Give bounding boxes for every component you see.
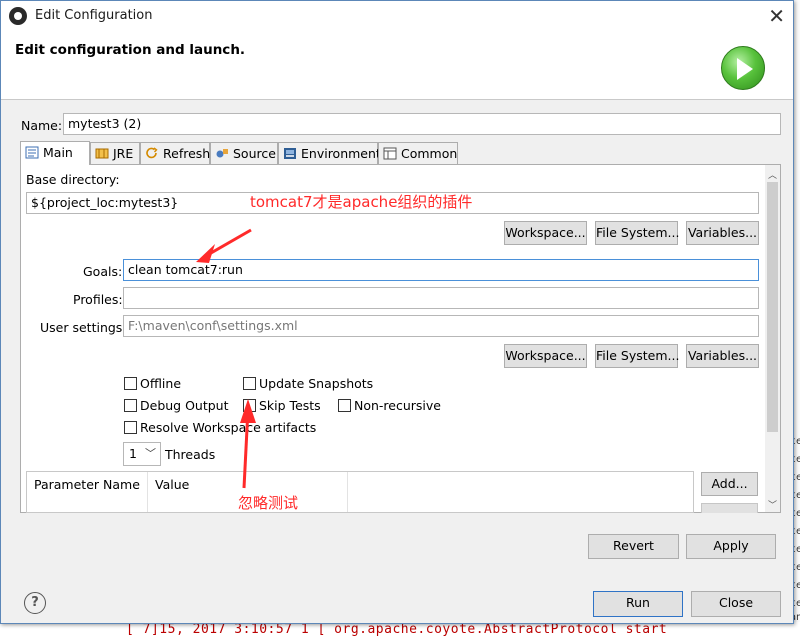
tab-label: Common xyxy=(401,146,458,161)
skip-tests-checkbox[interactable] xyxy=(243,399,256,412)
tab-label: Source xyxy=(233,146,276,161)
dialog-heading: Edit configuration and launch. xyxy=(15,42,246,58)
add-parameter-button[interactable]: Add... xyxy=(701,472,758,496)
tab-label: Main xyxy=(43,145,73,160)
variables-button[interactable]: Variables... xyxy=(686,221,759,245)
parameters-table[interactable]: Parameter Name Value xyxy=(26,471,694,513)
console-output: [ 7]15, 2017 3:10:57 1 [ org.apache.coyo… xyxy=(0,622,800,640)
base-directory-label: Base directory: xyxy=(26,172,120,187)
threads-value: 1 xyxy=(129,446,137,461)
user-settings-input[interactable]: F:\maven\conf\settings.xml xyxy=(123,315,759,337)
tab-source[interactable]: Source xyxy=(210,142,278,164)
skip-tests-label: Skip Tests xyxy=(259,398,321,413)
refresh-icon xyxy=(146,147,158,159)
title-bar: Edit Configuration ✕ xyxy=(1,1,793,32)
debug-output-checkbox[interactable] xyxy=(124,399,137,412)
apply-button[interactable]: Apply xyxy=(686,534,776,559)
environment-icon xyxy=(284,148,296,159)
close-button[interactable]: Close xyxy=(691,591,781,617)
scroll-up-icon[interactable]: ︿ xyxy=(768,168,777,181)
tab-label: JRE xyxy=(113,146,134,161)
revert-button[interactable]: Revert xyxy=(588,534,679,559)
workspace-button-2[interactable]: Workspace... xyxy=(504,344,587,368)
goal-annotation: tomcat7才是apache组织的插件 xyxy=(250,193,473,211)
panel-scrollbar[interactable]: ︿ ﹀ xyxy=(765,165,780,512)
resolve-workspace-checkbox[interactable] xyxy=(124,421,137,434)
file-system-button[interactable]: File System... xyxy=(595,221,679,245)
goals-input[interactable]: clean tomcat7:run xyxy=(123,259,759,281)
main-tab-icon xyxy=(25,146,39,159)
update-snapshots-checkbox[interactable] xyxy=(243,377,256,390)
profiles-label: Profiles: xyxy=(73,292,123,307)
edit-configuration-dialog: Edit Configuration ✕ Edit configuration … xyxy=(0,0,794,624)
tab-label: Environment xyxy=(301,146,381,161)
console-line: [ 7]15, 2017 3:10:57 1 [ org.apache.coyo… xyxy=(126,622,668,637)
window-title: Edit Configuration xyxy=(35,8,153,23)
skip-tests-annotation: 忽略测试 xyxy=(238,494,299,512)
threads-label: Threads xyxy=(165,447,216,462)
run-launch-icon xyxy=(721,46,765,90)
user-settings-label: User settings: xyxy=(40,320,127,335)
name-label: Name: xyxy=(21,118,63,133)
tab-refresh[interactable]: Refresh xyxy=(140,142,210,164)
non-recursive-checkbox[interactable] xyxy=(338,399,351,412)
non-recursive-label: Non-recursive xyxy=(354,398,441,413)
resolve-workspace-label: Resolve Workspace artifacts xyxy=(140,420,317,435)
jre-icon xyxy=(95,148,109,159)
tab-main[interactable]: Main xyxy=(20,141,90,165)
update-snapshots-label: Update Snapshots xyxy=(259,376,374,391)
offline-checkbox[interactable] xyxy=(124,377,137,390)
column-header-parameter-name[interactable]: Parameter Name xyxy=(27,472,148,512)
edit-parameter-button[interactable] xyxy=(701,503,758,513)
workspace-button[interactable]: Workspace... xyxy=(504,221,587,245)
scroll-thumb[interactable] xyxy=(767,182,778,432)
name-input[interactable]: mytest3 (2) xyxy=(63,113,781,135)
source-icon xyxy=(216,149,228,158)
goals-label: Goals: xyxy=(83,264,123,279)
dialog-header: Edit configuration and launch. xyxy=(1,32,793,100)
file-system-button-2[interactable]: File System... xyxy=(595,344,679,368)
tab-label: Refresh xyxy=(163,146,211,161)
run-button[interactable]: Run xyxy=(593,591,683,617)
variables-button-2[interactable]: Variables... xyxy=(686,344,759,368)
help-icon[interactable]: ? xyxy=(24,592,46,614)
close-icon[interactable]: ✕ xyxy=(768,4,785,28)
eclipse-icon xyxy=(9,7,27,25)
threads-select[interactable]: 1 ﹀ xyxy=(123,442,161,466)
offline-label: Offline xyxy=(140,376,182,391)
tab-common[interactable]: Common xyxy=(378,142,458,164)
profiles-input[interactable] xyxy=(123,287,759,309)
chevron-down-icon: ﹀ xyxy=(145,447,156,460)
tab-environment[interactable]: Environment xyxy=(278,142,381,164)
scroll-down-icon[interactable]: ﹀ xyxy=(768,498,777,511)
common-icon xyxy=(383,147,397,160)
debug-output-label: Debug Output xyxy=(140,398,229,413)
tab-jre[interactable]: JRE xyxy=(90,142,140,164)
